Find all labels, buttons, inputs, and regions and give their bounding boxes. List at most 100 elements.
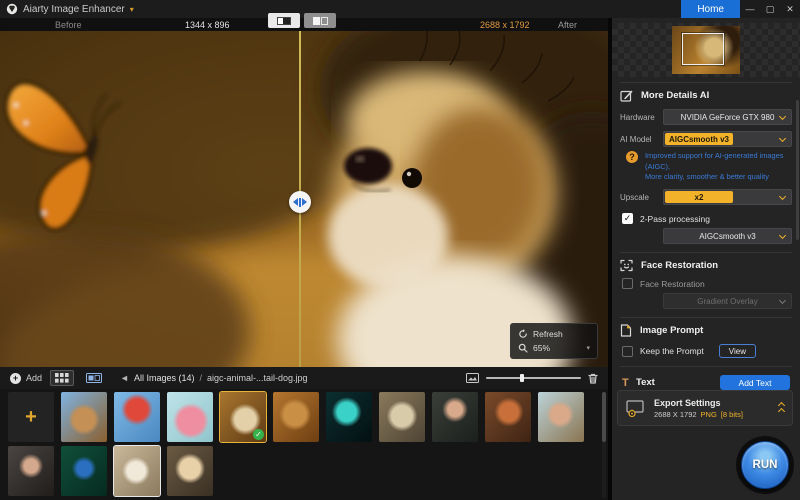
two-pass-model-value: AIGCsmooth v3	[699, 231, 756, 241]
ai-model-dropdown[interactable]: AIGCsmooth v3	[663, 131, 792, 147]
view-prompt-button[interactable]: View	[718, 344, 756, 359]
close-button[interactable]: ✕	[780, 0, 800, 18]
filmstrip-view-icon	[86, 373, 103, 383]
settings-panel: More Details AI Hardware NVIDIA GeForce …	[612, 18, 800, 500]
upscale-dropdown[interactable]: x2	[663, 189, 792, 206]
add-plus-icon: +	[10, 372, 21, 384]
more-details-title: More Details AI	[641, 89, 710, 101]
run-button[interactable]: RUN	[741, 441, 789, 489]
trash-icon[interactable]	[588, 373, 598, 384]
grid-view-icon	[55, 373, 69, 383]
export-settings-icon	[626, 399, 644, 417]
zoom-level-dropdown[interactable]: 65% ▾	[518, 341, 590, 355]
upscale-row: Upscale x2	[612, 189, 800, 206]
run-button-well: RUN	[736, 436, 794, 494]
viewer-tools-panel: Refresh 65% ▾	[510, 323, 598, 359]
thumb-beach-woman[interactable]	[538, 392, 584, 442]
thumb-wedding-photo[interactable]	[113, 445, 161, 497]
add-label: Add	[26, 373, 43, 383]
divider	[620, 366, 792, 368]
back-icon[interactable]: ◄	[120, 373, 129, 383]
two-pass-model-dropdown[interactable]: AIGCsmooth v3	[663, 228, 792, 245]
text-tool-icon: T	[622, 376, 629, 389]
collapse-up-icon[interactable]	[777, 401, 786, 415]
thumbnail-row-2	[8, 445, 600, 497]
thumb-fantasy-landscape[interactable]	[326, 392, 372, 442]
thumb-hot-air-balloon[interactable]	[114, 392, 160, 442]
thumbnail-size-control	[466, 373, 598, 384]
chevron-down-icon	[778, 112, 787, 121]
breadcrumb: ◄ All Images (14) / aigc-animal-...tail-…	[120, 373, 308, 383]
text-tool-title: Text	[636, 377, 655, 389]
add-plus-icon: +	[25, 405, 37, 428]
face-restoration-label: Face Restoration	[640, 278, 705, 289]
thumb-moth[interactable]	[379, 392, 425, 442]
selected-check-icon: ✓	[253, 429, 264, 440]
thumb-lion-cub[interactable]	[61, 392, 107, 442]
view-mode-toggles	[268, 13, 336, 28]
titlebar: Aiarty Image Enhancer ▾ Home — ▢ ✕	[0, 0, 800, 18]
app-window: Aiarty Image Enhancer ▾ Home — ▢ ✕ Befor…	[0, 0, 800, 500]
hardware-label: Hardware	[620, 112, 655, 122]
export-size: 2688 X 1792	[654, 409, 697, 419]
settings-scrollbar-thumb[interactable]	[796, 100, 799, 240]
divider	[620, 317, 792, 319]
navigator-viewport-rect[interactable]	[682, 33, 724, 65]
face-restoration-row: Face Restoration	[612, 278, 800, 290]
hardware-row: Hardware NVIDIA GeForce GTX 980	[612, 109, 800, 125]
thumbnail-grid: + ✓	[0, 389, 608, 500]
maximize-button[interactable]: ▢	[760, 0, 780, 18]
slider-handle[interactable]	[520, 374, 525, 382]
thumb-man-portrait[interactable]	[432, 392, 478, 442]
minimize-button[interactable]: —	[740, 0, 760, 18]
grid-view-button[interactable]	[50, 370, 75, 386]
thumb-lion[interactable]	[273, 392, 319, 442]
add-image-tile[interactable]: +	[8, 392, 54, 442]
breadcrumb-all-images[interactable]: All Images (14)	[134, 373, 195, 383]
before-size: 1344 x 896	[185, 19, 230, 30]
side-by-side-view-toggle[interactable]	[304, 13, 336, 28]
thumb-redhead-woman[interactable]	[485, 392, 531, 442]
thumb-puppy[interactable]: ✓	[219, 391, 267, 443]
hardware-dropdown[interactable]: NVIDIA GeForce GTX 980	[663, 109, 792, 125]
thumb-flamingo[interactable]	[167, 392, 213, 442]
single-view-toggle[interactable]	[268, 13, 300, 28]
gallery-scrollbar-thumb[interactable]	[602, 392, 606, 442]
zoom-level-value: 65%	[533, 343, 551, 353]
gallery-panel: + Add ◄ All Images (14) / aigc-animal-..…	[0, 367, 608, 500]
app-menu-chevron-icon[interactable]: ▾	[130, 5, 134, 14]
two-pass-row: ✓ 2-Pass processing	[612, 213, 800, 225]
face-model-value: Gradient Overlay	[697, 296, 758, 306]
add-images-button[interactable]: + Add	[10, 372, 43, 384]
navigator-thumbnail	[672, 26, 740, 74]
two-pass-checkbox[interactable]: ✓	[622, 213, 633, 225]
divider	[620, 82, 792, 83]
split-square-icon	[277, 16, 291, 25]
face-model-dropdown[interactable]: Gradient Overlay	[663, 293, 792, 310]
home-button[interactable]: Home	[681, 0, 740, 18]
hardware-value: NVIDIA GeForce GTX 980	[680, 112, 775, 122]
keep-prompt-label: Keep the Prompt	[640, 346, 704, 357]
export-settings[interactable]: Export Settings 2688 X 1792 PNG [8 bits]	[617, 390, 793, 426]
slider-bar-icon	[299, 197, 301, 207]
face-restoration-section-header: Face Restoration	[612, 257, 800, 273]
thumb-peacock-macro[interactable]	[61, 446, 107, 496]
thumbnail-size-slider[interactable]	[486, 374, 581, 382]
export-format: PNG	[700, 409, 717, 419]
ai-model-label: AI Model	[620, 134, 652, 144]
chevron-down-icon	[778, 297, 787, 305]
keep-prompt-checkbox[interactable]	[622, 345, 633, 357]
filmstrip-view-button[interactable]	[82, 370, 106, 386]
app-title: Aiarty Image Enhancer	[23, 3, 125, 15]
compare-slider-handle[interactable]	[289, 191, 311, 213]
refresh-button[interactable]: Refresh	[518, 327, 590, 341]
thumb-group-photo[interactable]	[167, 446, 213, 496]
add-text-button[interactable]: Add Text	[720, 375, 790, 391]
help-icon[interactable]: ?	[626, 151, 638, 163]
upscale-label: Upscale	[620, 192, 649, 202]
dual-square-icon	[312, 16, 328, 25]
face-restoration-checkbox[interactable]	[622, 278, 633, 290]
thumb-woman-portrait[interactable]	[8, 446, 54, 496]
hint-line-1: Improved support for AI-generated images…	[645, 151, 784, 171]
zoom-chevron-icon: ▾	[586, 345, 590, 352]
